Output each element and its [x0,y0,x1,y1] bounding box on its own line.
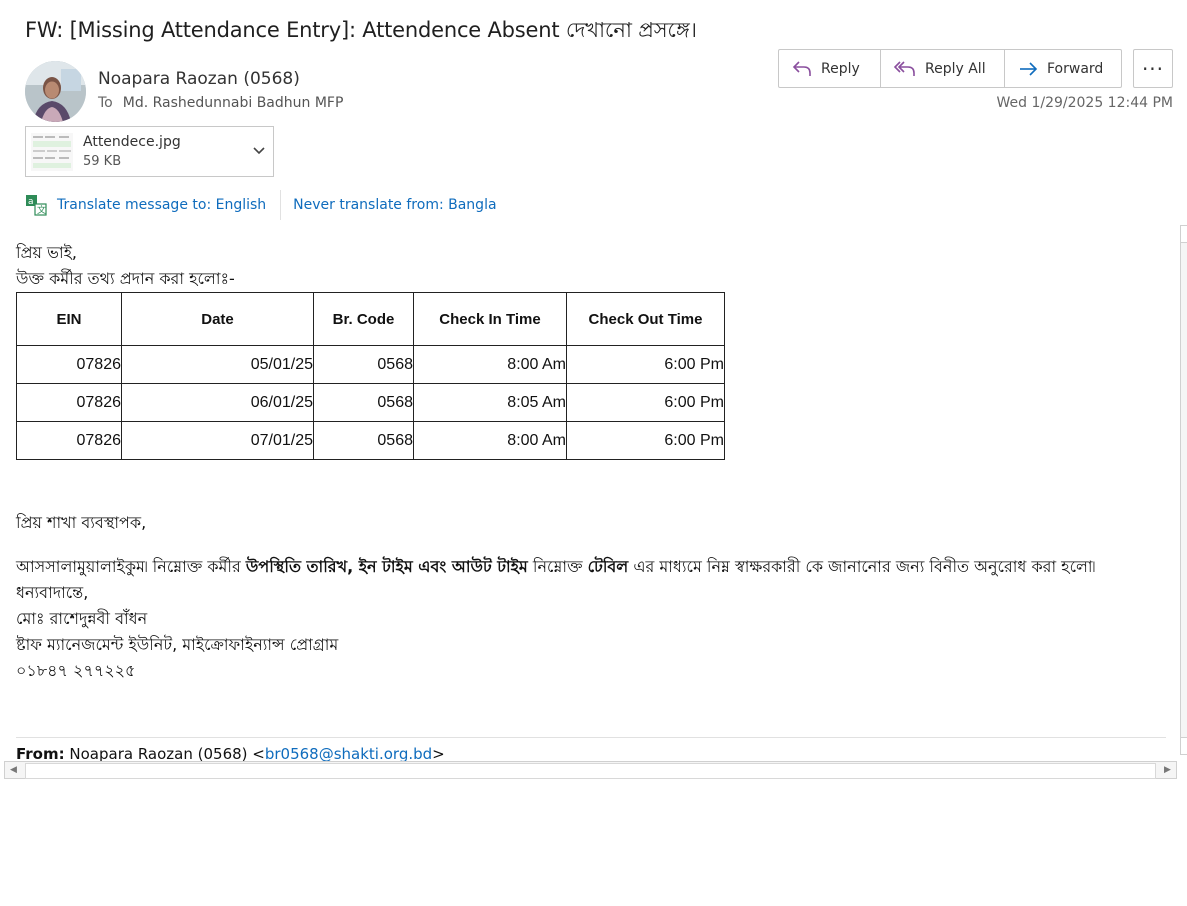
table-row: 07826 05/01/25 0568 8:00 Am 6:00 Pm [16,345,725,384]
reply-all-icon [893,60,915,76]
request-bold-1: উপস্থিতি তারিখ, ইন টাইম এবং আউট টাইম [245,557,528,576]
attachment-card[interactable]: Attendece.jpg 59 KB [25,126,274,177]
cell-br-code: 0568 [313,421,414,460]
reply-all-button[interactable]: Reply All [881,50,1005,87]
signature-unit: ষ্টাফ ম্যানেজমেন্ট ইউনিট, মাইক্রোফাইন্যা… [16,635,339,654]
table-row: 07826 07/01/25 0568 8:00 Am 6:00 Pm [16,421,725,460]
sender-name[interactable]: Noapara Raozan (0568) [98,69,300,89]
reply-icon [792,60,811,76]
from-close: > [432,745,445,761]
scroll-right-icon[interactable]: ▶ [1159,762,1176,778]
message-body-text: প্রিয় শাখা ব্যবস্থাপক, আসসালামুয়ালাইকু… [16,510,1126,684]
intro-line: উক্ত কর্মীর তথ্য প্রদান করা হলোঃ- [16,269,235,288]
horizontal-scrollbar[interactable]: ◀ ▶ [4,761,1177,779]
svg-text:文: 文 [37,204,46,216]
table-header-row: EIN Date Br. Code Check In Time Check Ou… [16,292,725,346]
header-date: Date [121,292,314,346]
image-thumbnail-icon [31,133,73,171]
attachment-size: 59 KB [83,154,122,169]
reply-button[interactable]: Reply [779,50,881,87]
sender-avatar[interactable] [25,61,86,122]
forward-arrow-icon [1020,61,1038,76]
never-translate-link[interactable]: Never translate from: Bangla [293,197,496,213]
scroll-down-icon[interactable] [1181,737,1187,755]
forward-from-line: From: Noapara Raozan (0568) <br0568@shak… [16,745,445,761]
request-bold-2: টেবিল [587,557,629,576]
more-actions-button[interactable]: ··· [1133,49,1173,88]
reply-all-label: Reply All [925,60,986,77]
translate-link[interactable]: Translate message to: English [57,197,266,213]
request-text-2: নিম্নোক্ত [532,557,583,576]
header-br-code: Br. Code [313,292,414,346]
request-paragraph: আসসালামুয়ালাইকুম৷ নিম্নোক্ত কর্মীর উপস্… [16,554,1126,580]
divider [16,737,1166,738]
to-label: To [98,95,113,111]
header-check-in: Check In Time [413,292,567,346]
scroll-left-icon[interactable]: ◀ [5,762,22,778]
request-text-3: এর মাধ্যমে নিম্ন স্বাক্ষরকারী কে জানানোর… [633,557,1096,576]
cell-ein: 07826 [16,345,122,384]
message-body: প্রিয় ভাই, উক্ত কর্মীর তথ্য প্রদান করা … [16,240,1166,460]
translate-bar: a 文 Translate message to: English Never … [25,190,497,220]
signature-name: মোঃ রাশেদুন্নবী বাঁধন [16,609,148,628]
cell-br-code: 0568 [313,345,414,384]
greeting: প্রিয় ভাই, [16,243,78,262]
cell-br-code: 0568 [313,383,414,422]
attendance-table: EIN Date Br. Code Check In Time Check Ou… [16,292,725,460]
cell-ein: 07826 [16,383,122,422]
scrollbar-thumb[interactable] [25,763,1156,779]
reply-label: Reply [821,60,860,77]
cell-check-in: 8:05 Am [413,383,567,422]
forward-label: Forward [1047,60,1104,77]
forward-button[interactable]: Forward [1005,50,1121,87]
header-check-out: Check Out Time [566,292,725,346]
translate-icon: a 文 [26,195,47,216]
from-name: Noapara Raozan (0568) < [69,745,265,761]
cell-ein: 07826 [16,421,122,460]
cell-check-out: 6:00 Pm [566,345,725,384]
thanks-line: ধন্যবাদান্তে, [16,583,89,602]
cell-date: 05/01/25 [121,345,314,384]
recipient-name[interactable]: Md. Rashedunnabi Badhun MFP [123,95,344,111]
header-ein: EIN [16,292,122,346]
chevron-down-icon[interactable] [252,143,266,157]
email-subject: FW: [Missing Attendance Entry]: Attenden… [25,18,697,42]
from-label: From: [16,745,65,761]
cell-check-out: 6:00 Pm [566,383,725,422]
table-row: 07826 06/01/25 0568 8:05 Am 6:00 Pm [16,383,725,422]
message-actions: Reply Reply All Forward [778,49,1122,88]
svg-text:a: a [28,197,34,207]
salutation: প্রিয় শাখা ব্যবস্থাপক, [16,513,147,532]
scroll-up-icon[interactable] [1181,225,1187,243]
cell-date: 06/01/25 [121,383,314,422]
signature-phone: ০১৮৪৭ ২৭৭২২৫ [16,661,136,680]
cell-date: 07/01/25 [121,421,314,460]
vertical-scrollbar[interactable] [1180,225,1187,755]
cell-check-out: 6:00 Pm [566,421,725,460]
from-email-link[interactable]: br0568@shakti.org.bd [265,745,432,761]
request-text-1: আসসালামুয়ালাইকুম৷ নিম্নোক্ত কর্মীর [16,557,241,576]
attachment-filename: Attendece.jpg [83,134,181,150]
cell-check-in: 8:00 Am [413,421,567,460]
sent-date: Wed 1/29/2025 12:44 PM [996,95,1173,111]
divider [280,190,282,220]
recipient-line: To Md. Rashedunnabi Badhun MFP [98,95,343,111]
cell-check-in: 8:00 Am [413,345,567,384]
